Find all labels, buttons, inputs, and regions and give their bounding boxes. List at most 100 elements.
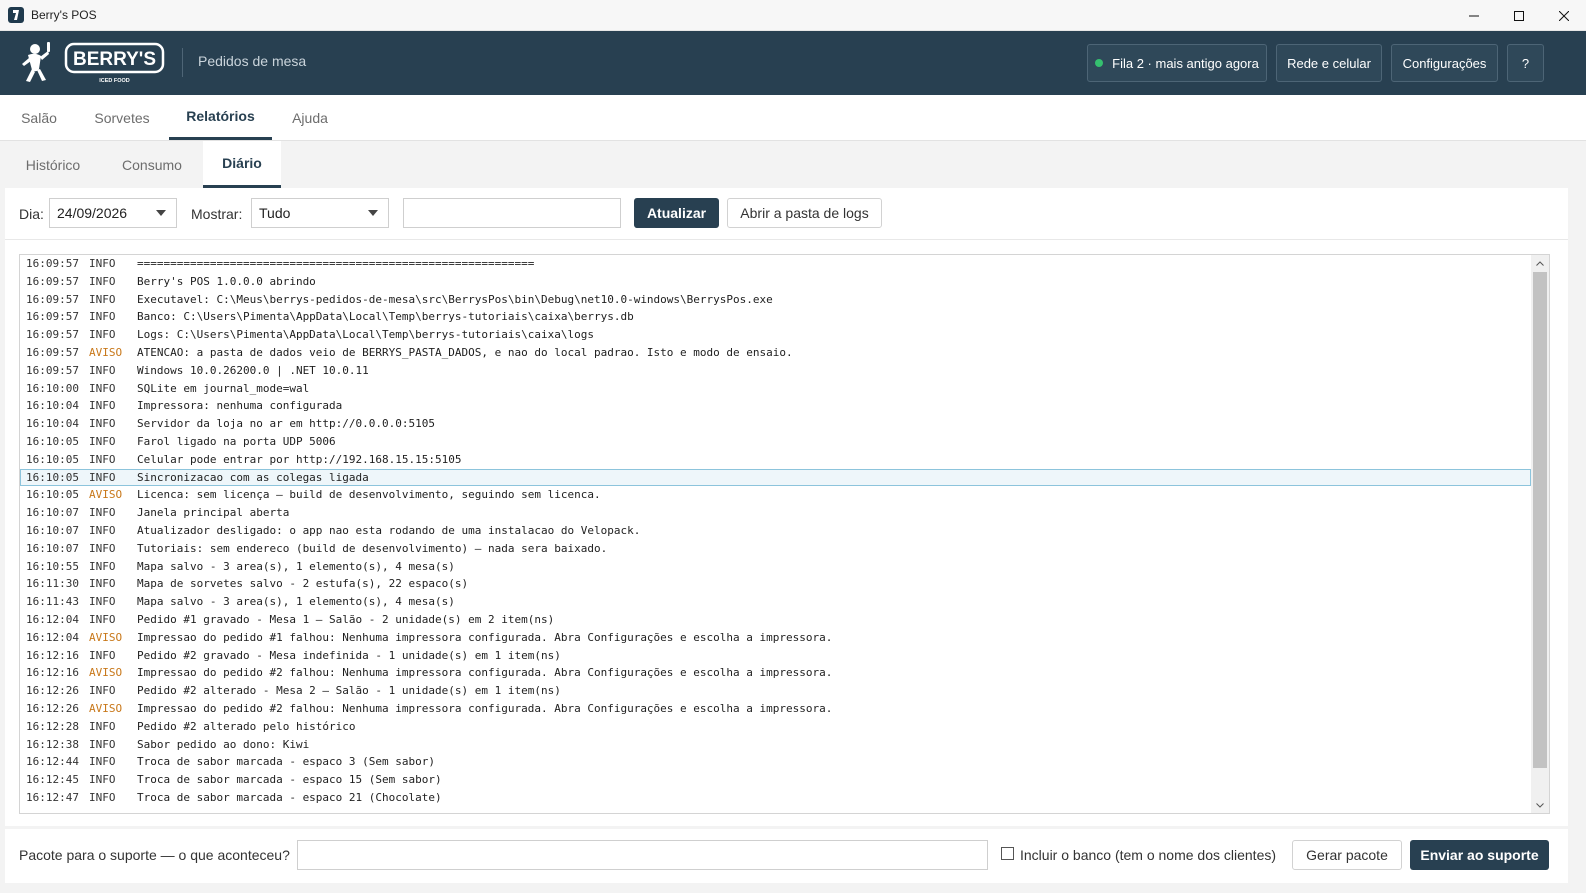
log-message: Atualizador desligado: o app nao esta ro… xyxy=(137,523,641,537)
log-level: INFO xyxy=(89,292,116,306)
log-line[interactable]: 16:10:05 INFO Sincronizacao com as colegas… xyxy=(20,468,1531,487)
log-line[interactable]: 16:12:45 INFO Troca de sabor marcada - esp… xyxy=(20,771,1531,789)
log-level: INFO xyxy=(89,541,116,555)
log-line[interactable]: 16:12:04 AVISO Impressao do pedido #1 falh… xyxy=(20,629,1531,647)
log-line[interactable]: 16:10:05 INFO Farol ligado na porta UDP 50… xyxy=(20,433,1531,451)
log-line[interactable]: 16:10:05 AVISO Licenca: sem licença — buil… xyxy=(20,486,1531,504)
help-button-label: ? xyxy=(1521,55,1530,71)
log-line[interactable]: 16:12:04 INFO Pedido #1 gravado - Mesa 1 —… xyxy=(20,611,1531,629)
log-line[interactable]: 16:09:57 INFO ============================… xyxy=(20,255,1531,273)
tab-label: Ajuda xyxy=(292,109,328,126)
log-line[interactable]: 16:10:04 INFO Servidor da loja no ar em ht… xyxy=(20,415,1531,433)
log-line[interactable]: 16:12:44 INFO Troca de sabor marcada - esp… xyxy=(20,753,1531,771)
log-message: Berry's POS 1.0.0.0 abrindo xyxy=(137,274,316,288)
log-line[interactable]: 16:11:30 INFO Mapa de sorvetes salvo - 2 e… xyxy=(20,575,1531,593)
log-line[interactable]: 16:12:28 INFO Pedido #2 alterado pelo hist… xyxy=(20,718,1531,736)
log-line[interactable]: 16:12:16 INFO Pedido #2 gravado - Mesa ind… xyxy=(20,647,1531,665)
day-select[interactable]: 24/09/2026 xyxy=(49,198,177,228)
include-db-checkbox[interactable] xyxy=(1001,847,1014,860)
log-line[interactable]: 16:09:57 AVISO ATENCAO: a pasta de dados v… xyxy=(20,344,1531,362)
log-message: Pedido #2 alterado - Mesa 2 — Salão - 1 … xyxy=(137,684,561,698)
settings-button[interactable]: Configurações xyxy=(1391,44,1498,82)
queue-status-button[interactable]: Fila 2 · mais antigo agora xyxy=(1087,44,1267,82)
tab-label: Histórico xyxy=(25,156,81,173)
send-to-support-button[interactable]: Enviar ao suporte xyxy=(1410,840,1549,870)
log-line[interactable]: 16:09:57 INFO Logs: C:\Users\Pimenta\AppDa… xyxy=(20,326,1531,344)
log-line[interactable]: 16:09:57 INFO Berry's POS 1.0.0.0 abrindo xyxy=(20,273,1531,291)
logo-wordmark: BERRY'S xyxy=(73,49,156,70)
log-level: INFO xyxy=(89,506,116,520)
tab-label: Diário xyxy=(222,155,262,171)
log-time: 16:09:57 xyxy=(26,292,79,306)
log-level: AVISO xyxy=(89,666,123,680)
log-level: INFO xyxy=(89,790,116,804)
window-titlebar: Berry's POS xyxy=(0,0,1586,31)
log-line[interactable]: 16:10:07 INFO Atualizador desligado: o app… xyxy=(20,522,1531,540)
include-db-label[interactable]: Incluir o banco (tem o nome dos clientes… xyxy=(1020,847,1276,863)
log-line[interactable]: 16:11:43 INFO Mapa salvo - 3 area(s), 1 el… xyxy=(20,593,1531,611)
tab-relatorios[interactable]: Relatórios xyxy=(169,95,272,140)
scrollbar-thumb[interactable] xyxy=(1533,272,1547,768)
log-message: Tutoriais: sem endereco (build de desenv… xyxy=(137,541,608,555)
log-time: 16:10:05 xyxy=(26,470,79,484)
support-description-input[interactable] xyxy=(297,840,988,870)
queue-status-label: Fila 2 · mais antigo agora xyxy=(1112,55,1259,71)
log-level: AVISO xyxy=(89,630,123,644)
log-time: 16:12:04 xyxy=(26,630,79,644)
log-message: ========================================… xyxy=(137,257,535,270)
log-line[interactable]: 16:12:47 INFO Troca de sabor marcada - esp… xyxy=(20,789,1531,807)
page-subtitle: Pedidos de mesa xyxy=(198,53,307,69)
scroll-up-icon[interactable] xyxy=(1531,255,1549,271)
tab-consumo[interactable]: Consumo xyxy=(110,141,194,188)
network-button-label: Rede e celular xyxy=(1287,55,1371,71)
open-logs-folder-button[interactable]: Abrir a pasta de logs xyxy=(727,198,882,228)
minimize-icon[interactable] xyxy=(1451,0,1496,31)
log-filter-input[interactable] xyxy=(403,198,621,228)
help-button[interactable]: ? xyxy=(1507,44,1544,82)
log-line[interactable]: 16:10:55 INFO Mapa salvo - 3 area(s), 1 el… xyxy=(20,558,1531,576)
log-time: 16:09:57 xyxy=(26,345,79,359)
scroll-down-icon[interactable] xyxy=(1531,797,1549,813)
maximize-icon[interactable] xyxy=(1496,0,1541,31)
log-line[interactable]: 16:10:05 INFO Celular pode entrar por http… xyxy=(20,451,1531,469)
close-icon[interactable] xyxy=(1541,0,1586,31)
log-time: 16:12:28 xyxy=(26,719,79,733)
log-line[interactable]: 16:09:57 INFO Executavel: C:\Meus\berrys-p… xyxy=(20,291,1531,309)
log-message: Impressao do pedido #2 falhou: Nenhuma i… xyxy=(137,701,833,715)
log-line[interactable]: 16:12:16 AVISO Impressao do pedido #2 falh… xyxy=(20,664,1531,682)
tab-label: Salão xyxy=(21,109,57,126)
log-line[interactable]: 16:09:57 INFO Windows 10.0.26200.0 | .NET … xyxy=(20,362,1531,380)
log-time: 16:10:04 xyxy=(26,417,79,431)
log-line[interactable]: 16:10:04 INFO Impressora: nenhuma configur… xyxy=(20,397,1531,415)
generate-package-button[interactable]: Gerar pacote xyxy=(1292,840,1402,870)
refresh-button[interactable]: Atualizar xyxy=(634,198,719,228)
log-time: 16:10:07 xyxy=(26,523,79,537)
log-message: Troca de sabor marcada - espaco 3 (Sem s… xyxy=(137,755,436,769)
log-line[interactable]: 16:09:57 INFO Banco: C:\Users\Pimenta\AppD… xyxy=(20,308,1531,326)
log-time: 16:12:47 xyxy=(26,790,79,804)
tab-ajuda[interactable]: Ajuda xyxy=(283,95,337,140)
log-time: 16:09:57 xyxy=(26,328,79,342)
tab-sorvetes[interactable]: Sorvetes xyxy=(84,95,160,140)
log-message: Pedido #2 gravado - Mesa indefinida - 1 … xyxy=(137,648,561,662)
log-line[interactable]: 16:10:07 INFO Tutoriais: sem endereco (bui… xyxy=(20,540,1531,558)
log-time: 16:10:04 xyxy=(26,399,79,413)
tab-salao[interactable]: Salão xyxy=(12,95,66,140)
log-line[interactable]: 16:12:26 INFO Pedido #2 alterado - Mesa 2 … xyxy=(20,682,1531,700)
status-dot-icon xyxy=(1095,59,1104,67)
log-scrollbar[interactable] xyxy=(1531,255,1549,813)
log-level: INFO xyxy=(89,773,116,787)
log-level: INFO xyxy=(89,612,116,626)
tab-label: Sorvetes xyxy=(94,109,150,126)
log-line[interactable]: 16:12:38 INFO Sabor pedido ao dono: Kiwi xyxy=(20,736,1531,754)
log-line[interactable]: 16:10:07 INFO Janela principal aberta xyxy=(20,504,1531,522)
log-view[interactable]: 16:09:57 INFO ============================… xyxy=(19,254,1550,814)
network-button[interactable]: Rede e celular xyxy=(1276,44,1382,82)
logo-tagline: ICED FOOD xyxy=(99,78,130,84)
tab-diario[interactable]: Diário xyxy=(203,141,281,188)
tab-historico[interactable]: Histórico xyxy=(12,141,94,188)
header-divider xyxy=(182,48,183,77)
log-line[interactable]: 16:12:26 AVISO Impressao do pedido #2 falh… xyxy=(20,700,1531,718)
level-select[interactable]: Tudo xyxy=(251,198,389,228)
log-line[interactable]: 16:10:00 INFO SQLite em journal_mode=wal xyxy=(20,380,1531,398)
